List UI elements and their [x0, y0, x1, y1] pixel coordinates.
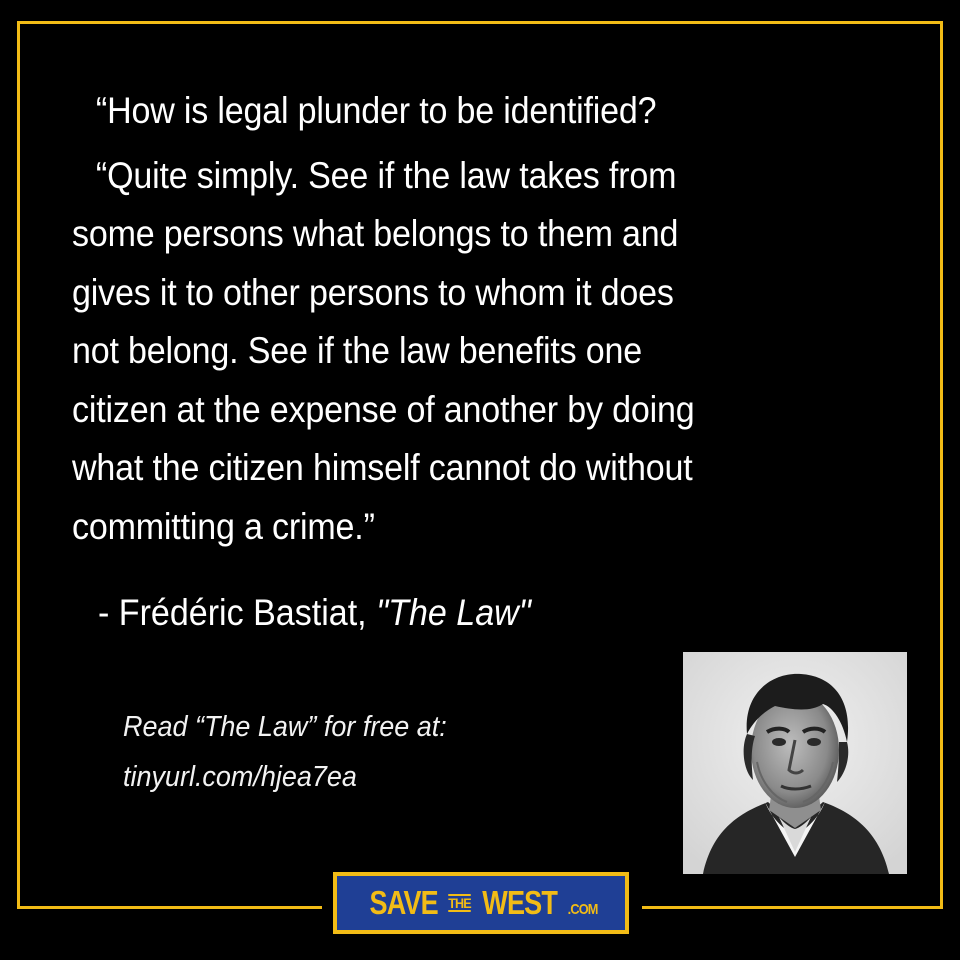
quote-line: committing a crime.”: [72, 505, 375, 547]
attribution-work-title: "The Law": [376, 592, 531, 633]
attribution-author: - Frédéric Bastiat,: [98, 592, 377, 633]
frame-bottom-right-border: [642, 906, 943, 909]
quote-card: “How is legal plunder to be identified? …: [0, 0, 960, 960]
save-the-west-logo[interactable]: SAVE THE WEST .COM: [333, 872, 629, 934]
portrait-illustration: [683, 652, 907, 874]
frame-bottom-left-border: [17, 906, 322, 909]
quote-attribution: - Frédéric Bastiat, "The Law": [98, 592, 531, 634]
logo-word-west: WEST: [482, 884, 558, 921]
read-more-url[interactable]: tinyurl.com/hjea7ea: [123, 752, 447, 802]
quote-line: “Quite simply. See if the law takes from: [95, 154, 677, 196]
quote-line: what the citizen himself cannot do witho…: [72, 447, 693, 488]
author-portrait: [683, 652, 907, 874]
quote-line: citizen at the expense of another by doi…: [72, 388, 695, 430]
quote-line: not belong. See if the law benefits one: [72, 330, 643, 371]
logo-word-the: THE: [448, 894, 472, 912]
quote-question: “How is legal plunder to be identified?: [95, 90, 657, 131]
quote-line: gives it to other persons to whom it doe…: [72, 271, 674, 313]
logo-word-com: .COM: [567, 901, 599, 918]
read-more-note: Read “The Law” for free at: tinyurl.com/…: [123, 702, 447, 802]
frame-top-border: [17, 21, 943, 24]
read-more-label: Read “The Law” for free at:: [123, 711, 447, 743]
frame-right-border: [940, 21, 943, 909]
quote-line: some persons what belongs to them and: [72, 213, 679, 254]
frame-left-border: [17, 21, 20, 909]
logo-badge: SAVE THE WEST .COM: [337, 876, 625, 930]
quote-text: “How is legal plunder to be identified? …: [72, 82, 808, 556]
logo-word-save: SAVE: [369, 884, 438, 921]
